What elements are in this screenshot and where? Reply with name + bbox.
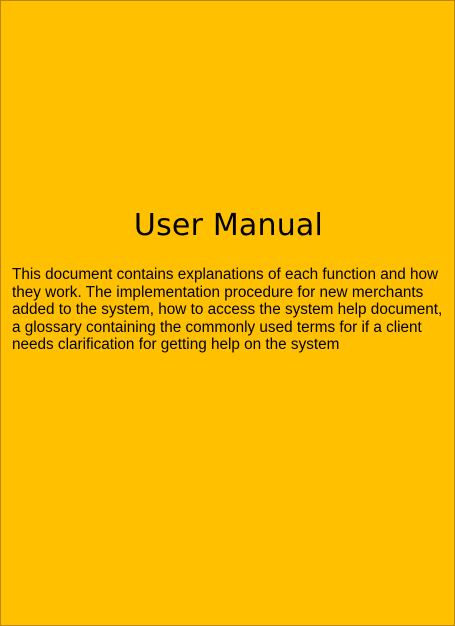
document-description: This document contains explanations of e… xyxy=(12,266,443,354)
document-title: User Manual xyxy=(133,208,324,243)
document-cover: User Manual This document contains expla… xyxy=(0,0,455,626)
